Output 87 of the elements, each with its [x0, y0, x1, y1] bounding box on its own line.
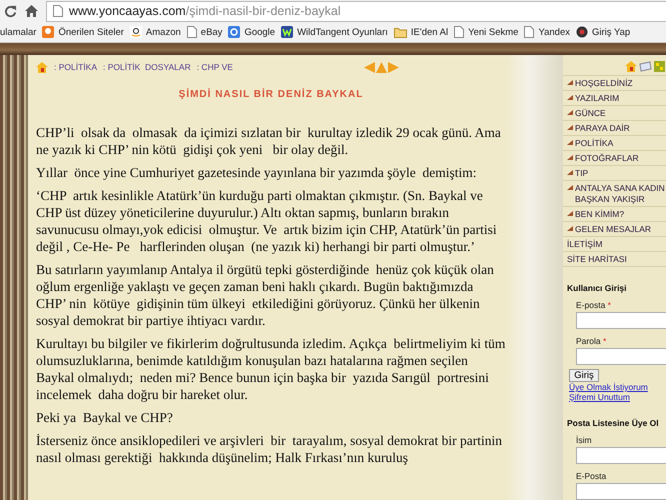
menu-item[interactable]: GÜNCE [563, 105, 666, 120]
article-paragraph: Peki ya Baykal ve CHP? [36, 409, 174, 426]
arrow-icon [567, 125, 573, 132]
menu-label: BEN KİMİM? [575, 209, 624, 220]
sitemap-icon[interactable] [654, 61, 665, 72]
menu-label: PARAYA DAİR [575, 123, 630, 134]
newsletter-title: Posta Listesine Üye Ol [567, 418, 660, 428]
up-arrow-icon[interactable] [376, 62, 387, 72]
folder-icon [394, 26, 407, 38]
field-label: E-posta * [576, 300, 612, 310]
bookmark[interactable]: ulamalar [0, 26, 36, 38]
menu-label: SİTE HARİTASI [567, 254, 627, 265]
menu-label: İLETİŞİM [567, 239, 602, 250]
bookmark[interactable]: IE'den Al [394, 26, 448, 38]
menu-item[interactable]: TIP [563, 165, 666, 180]
url-host: www.yoncaayas.com [69, 4, 186, 18]
breadcrumb-link[interactable]: : POLİTİK DOSYALAR [103, 62, 191, 72]
page-icon [524, 26, 534, 38]
article-paragraph: Bu satırların yayımlanıp Antalya il örgütü tepki gösterdiğinde henüz çok küçük olan oğlum ergenliğe yaklaştı ve geçen zaman beni haklı çıkardı. Bugün baktığımızda CHP’ nin kötüye gidişinin tüm ülkeyi etkilediğini görüyoruz. Çünkü her ülkenin sosyal demokrat bir partiye ihtiyacı vardır. [36, 261, 495, 329]
menu-item[interactable]: BEN KİMİM? [563, 206, 666, 221]
breadcrumb-link[interactable]: : CHP VE [196, 62, 233, 72]
input-field[interactable] [576, 348, 666, 365]
menu-label: HOŞGELDİNİZ [575, 78, 633, 89]
menu-label: GÜNCE [575, 108, 606, 119]
input-field[interactable] [576, 447, 666, 464]
text-link[interactable]: Şifremi Unuttum [569, 392, 666, 402]
home-icon[interactable] [36, 62, 48, 72]
page-icon [53, 5, 63, 17]
article-paragraph: İsterseniz önce ansiklopedileri ve arşivleri bir tarayalım, sosyal demokrat bir partinin nasıl olması gerektiği hakkında düşünelim; Halk Fırkası’nın kuruluş [36, 432, 503, 466]
input-field[interactable] [576, 312, 666, 329]
page-icon [454, 26, 464, 38]
article-paragraph: CHP’li olsak da olmasak da içimizi sızlatan bir kurultay izledik 29 ocak günü. Ama ne yazık ki CHP’ nin kötü gidişi çok yeni bir olay değil. [36, 124, 502, 158]
menu-label: TIP [575, 168, 588, 179]
menu-item[interactable]: POLİTİKA [563, 135, 666, 150]
input-field[interactable] [576, 483, 666, 500]
breadcrumb-link[interactable]: : POLİTİKA [54, 62, 97, 72]
bookmark[interactable]: Önerilen Siteler [42, 26, 124, 38]
menu-item[interactable]: PARAYA DAİR [563, 120, 666, 135]
right-arrow-icon[interactable] [388, 62, 399, 72]
field-label: E-Posta [576, 471, 608, 481]
envelope-icon[interactable] [639, 61, 652, 72]
arrow-icon [567, 185, 573, 192]
menu-item[interactable]: YAZILARIM [563, 90, 666, 105]
arrow-icon [567, 155, 573, 162]
article-title: ŞİMDİ NASIL BİR DENİZ BAYKAL [178, 89, 364, 100]
bookmark[interactable]: eBay [186, 26, 222, 38]
bookmark[interactable]: Yandex [524, 26, 570, 38]
field-label: İsim [576, 435, 593, 445]
bookmark[interactable]: WildTangent Oyunları [281, 26, 388, 38]
arrow-icon [567, 110, 573, 117]
menu-label: ANTALYA SANA KADIN BAŞKAN YAKIŞIR [575, 183, 666, 205]
w-logo-icon [281, 26, 294, 38]
arrow-icon [567, 80, 573, 87]
arrow-icon [567, 95, 573, 102]
menu-item[interactable]: HOŞGELDİNİZ [563, 75, 666, 90]
menu-item[interactable]: İLETİŞİM [563, 236, 666, 251]
home-icon[interactable] [25, 5, 38, 17]
menu-label: GELEN MESAJLAR [575, 224, 652, 235]
left-arrow-icon[interactable] [364, 62, 375, 72]
bookmark[interactable]: Yeni Sekme [454, 26, 518, 38]
article-paragraph: ‘CHP artık kesinlikle Atatürk’ün kurduğu parti olmaktan çıkmıştır. (Sn. Baykal ve CHP üst düzey yöneticilerine duyurulur.) Altı oktan sapmış, bunların bırakın savunucusu olmayı,yok edicisi olmuştur. Ve artık bizim için CHP, Atatürk’ün partisi değil , Ce-He- Pe harflerinden oluşan (ne yazık ki) herhangi bir parti olmuştur.’ [36, 187, 498, 255]
reload-icon[interactable] [4, 4, 17, 18]
menu-item[interactable]: SİTE HARİTASI [563, 251, 666, 266]
menu-label: FOTOĞRAFLAR [575, 153, 639, 164]
account-icon [576, 26, 588, 38]
bookmark[interactable]: Amazon [130, 26, 181, 38]
menu-item[interactable]: FOTOĞRAFLAR [563, 150, 666, 165]
text-link[interactable]: Üye Olmak İstiyorum [569, 382, 666, 392]
arrow-icon [567, 226, 573, 233]
menu-item[interactable]: GELEN MESAJLAR [563, 221, 666, 236]
menu-label: POLİTİKA [575, 138, 614, 149]
menu-item[interactable]: ANTALYA SANA KADIN BAŞKAN YAKIŞIR [563, 180, 666, 206]
url-path: /şimdi-nasil-bir-deniz-baykal [186, 4, 341, 18]
arrow-icon [567, 140, 573, 147]
login-title: Kullanıcı Girişi [567, 283, 628, 293]
address-bar[interactable]: www.yoncaayas.com/şimdi-nasil-bir-deniz-baykal [46, 0, 666, 22]
field-label: Parola * [576, 336, 608, 346]
login-button[interactable]: Giriş [569, 369, 599, 382]
home-icon[interactable] [625, 61, 637, 72]
article-paragraph: Yıllar önce yine Cumhuriyet gazetesinde yayınlana bir yazımda şöyle demiştim: [36, 164, 478, 181]
article-paragraph: Kurultayı bu bilgiler ve fikirlerim doğrultusunda izledim. Açıkça belirtmeliyim ki tüm olumsuzluklarına, benimde katıldığım konuşulan bazı hatalarına rağmen seçilen Baykal olmalıydı; neden mi? Bence bunun için başka bir yazıda Sarıgül portresini incelemek daha doğru bir hareket olur. [36, 335, 506, 403]
arrow-icon [567, 211, 573, 218]
menu-label: YAZILARIM [575, 93, 620, 104]
bookmark[interactable]: Google [228, 26, 276, 38]
arrow-icon [567, 170, 573, 177]
bookmark[interactable]: Giriş Yap [576, 26, 630, 38]
page-icon [186, 26, 197, 38]
